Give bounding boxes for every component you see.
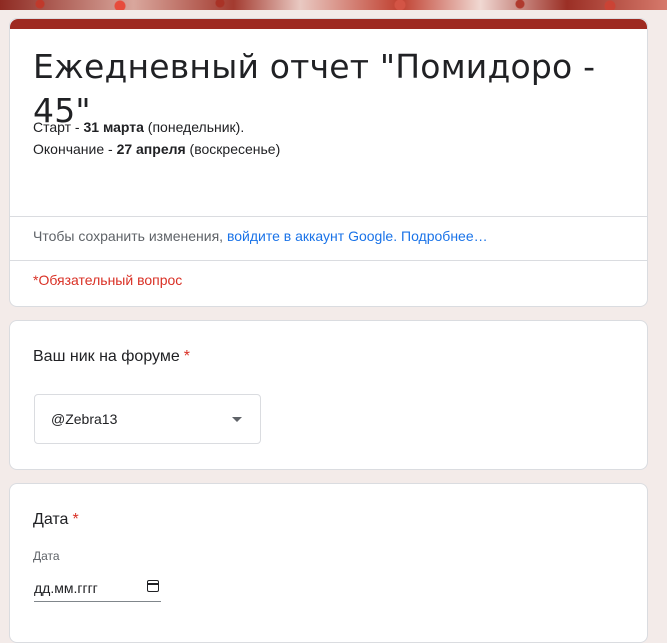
signin-text: Чтобы сохранить изменения, [33,228,227,244]
nick-dropdown[interactable]: @Zebra13 [34,394,261,444]
learn-more-link[interactable]: Подробнее… [401,228,488,244]
form-title-card: Ежедневный отчет "Помидоро - 45" Старт -… [9,18,648,307]
question-label: Дата [33,511,69,528]
end-line: Окончание - 27 апреля (воскресенье) [33,138,280,160]
start-line: Старт - 31 марта (понедельник). [33,116,280,138]
date-input[interactable]: дд.мм.гггг [34,576,161,602]
question-card-nick: Ваш ник на форуме * @Zebra13 [9,320,648,470]
dropdown-arrow-icon [232,417,242,422]
signin-link[interactable]: войдите в аккаунт Google. [227,228,397,244]
end-suffix: (воскресенье) [185,141,281,157]
end-prefix: Окончание - [33,141,117,157]
date-placeholder: дд.мм.гггг [34,580,98,596]
question-card-date: Дата * Дата дд.мм.гггг [9,483,648,643]
start-suffix: (понедельник). [143,119,245,135]
dropdown-selected-value: @Zebra13 [51,411,118,427]
question-label: Ваш ник на форуме [33,348,180,365]
divider [10,216,647,217]
question-title: Дата * [33,511,79,529]
end-date: 27 апреля [116,141,186,157]
required-star: * [183,348,190,365]
required-note: *Обязательный вопрос [33,272,183,288]
calendar-icon[interactable] [147,580,159,592]
signin-notice: Чтобы сохранить изменения, войдите в акк… [33,228,488,244]
start-prefix: Старт - [33,119,84,135]
divider [10,260,647,261]
title-card-accent [10,19,647,29]
header-banner-image [0,0,667,10]
question-title: Ваш ник на форуме * [33,348,190,366]
form-description: Старт - 31 марта (понедельник). Окончани… [33,116,280,160]
start-date: 31 марта [83,119,144,135]
required-star: * [72,511,79,528]
date-sub-label: Дата [33,549,60,563]
